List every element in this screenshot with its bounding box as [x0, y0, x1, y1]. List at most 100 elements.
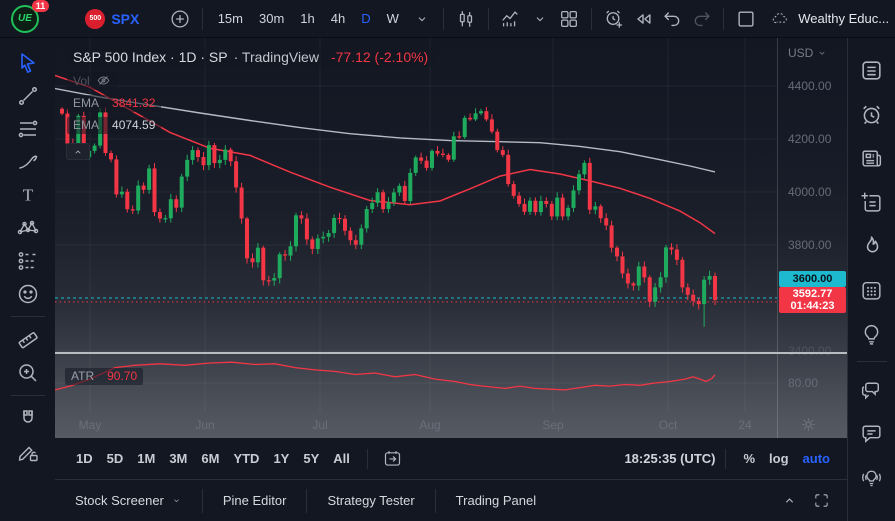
drawing-lock-button[interactable] [9, 435, 47, 468]
watchlist-icon [859, 58, 884, 83]
redo-button[interactable] [687, 4, 716, 34]
notification-badge: 11 [31, 0, 50, 12]
range-1d-button[interactable]: 1D [69, 446, 100, 471]
timeframe-1w-button[interactable]: W [379, 6, 407, 31]
currency-selector[interactable]: USD [788, 46, 828, 60]
chart-legend: S&P 500 Index · 1D · SP · TradingView -7… [67, 48, 435, 134]
ema-slow-legend-row[interactable]: EMA 4074.59 [67, 117, 434, 134]
private-chat-button[interactable] [853, 411, 891, 455]
price-tick: 4200.00 [788, 132, 832, 146]
cloud-icon [769, 10, 791, 28]
chart-area[interactable]: May Jun Jul Aug Sep Oct 24 USD 3600.00 3592.77… [55, 38, 847, 438]
range-5y-button[interactable]: 5Y [296, 446, 326, 471]
forecast-tool-button[interactable] [9, 244, 47, 277]
hotlists-button[interactable] [853, 224, 891, 268]
atr-tick: 80.00 [788, 376, 819, 390]
timeframe-1h-button[interactable]: 1h [292, 6, 322, 31]
cursor-tool-button[interactable] [9, 46, 47, 79]
calendar-button[interactable] [853, 268, 891, 312]
maximize-panel-button[interactable] [805, 486, 837, 516]
create-alert-button[interactable] [599, 4, 628, 34]
axis-settings-button[interactable] [799, 415, 818, 438]
grid-layout-icon [558, 8, 580, 30]
emoji-tool-button[interactable] [9, 277, 47, 310]
main-menu-button[interactable]: UE 11 [10, 0, 50, 36]
clock[interactable]: 18:25:35 (UTC) [624, 451, 715, 466]
symbol-search-button[interactable]: 500 SPX [85, 8, 139, 29]
timeframe-menu-arrow[interactable] [407, 4, 436, 34]
zoom-in-tool-button[interactable] [9, 356, 47, 389]
goto-date-button[interactable] [378, 445, 408, 473]
top-toolbar: UE 11 500 SPX 15m 30m 1h 4h D W Wealthy … [0, 0, 895, 38]
tab-trading-panel[interactable]: Trading Panel [436, 483, 556, 518]
symbol-title: S&P 500 Index · 1D · SP [73, 49, 228, 65]
timeframe-1d-button[interactable]: D [353, 6, 378, 31]
timeframe-30m-button[interactable]: 30m [251, 6, 292, 31]
fib-lines-icon [16, 117, 40, 141]
legend-collapse-button[interactable] [66, 143, 90, 160]
pane-separator[interactable] [55, 352, 847, 354]
ema-fast-legend-row[interactable]: EMA 3841.32 [67, 95, 434, 112]
streams-button[interactable] [853, 455, 891, 499]
trend-line-tool-button[interactable] [9, 79, 47, 112]
percent-scale-button[interactable]: % [736, 446, 762, 471]
chevron-down-icon [171, 495, 182, 506]
measure-tool-button[interactable] [9, 323, 47, 356]
range-3m-button[interactable]: 3M [162, 446, 194, 471]
log-scale-button[interactable]: log [762, 446, 796, 471]
timeframe-4h-button[interactable]: 4h [323, 6, 353, 31]
tab-label: Stock Screener [75, 493, 164, 508]
range-1m-button[interactable]: 1M [130, 446, 162, 471]
public-chats-button[interactable] [853, 367, 891, 411]
save-layout-button[interactable] [731, 4, 760, 34]
range-all-button[interactable]: All [326, 446, 357, 471]
auto-scale-button[interactable]: auto [796, 446, 837, 471]
magnet-mode-button[interactable] [9, 402, 47, 435]
expand-panel-button[interactable] [773, 486, 805, 516]
price-axis[interactable]: USD 3600.00 3592.77 01:44:23 4400.00 4200… [777, 38, 847, 438]
range-1y-button[interactable]: 1Y [266, 446, 296, 471]
range-ytd-button[interactable]: YTD [226, 446, 266, 471]
account-name: Wealthy Educ... [798, 11, 890, 26]
news-button[interactable] [853, 136, 891, 180]
price-tick: 4400.00 [788, 79, 832, 93]
atr-legend[interactable]: ATR 90.70 [65, 368, 144, 385]
compare-add-symbol-button[interactable] [165, 4, 194, 34]
rewind-icon [632, 8, 654, 30]
time-label: Oct [658, 418, 678, 432]
indicators-menu-arrow[interactable] [525, 4, 554, 34]
pattern-tool-button[interactable] [9, 211, 47, 244]
right-sidebar [847, 38, 895, 521]
fib-retracement-tool-button[interactable] [9, 112, 47, 145]
symbol-description[interactable]: S&P 500 Index · 1D · SP · TradingView -7… [67, 48, 435, 67]
tab-strategy-tester[interactable]: Strategy Tester [307, 483, 434, 518]
bottom-panel-bar: Stock Screener Pine Editor Strategy Test… [55, 479, 847, 521]
cloud-account-button[interactable]: Wealthy Educ... [769, 10, 889, 28]
timeframe-15m-button[interactable]: 15m [210, 6, 251, 31]
ideas-button[interactable] [853, 312, 891, 356]
atr-pane[interactable] [55, 354, 777, 412]
time-axis[interactable]: May Jun Jul Aug Sep Oct 24 [55, 412, 847, 438]
tab-stock-screener[interactable]: Stock Screener [55, 483, 202, 518]
tab-pine-editor[interactable]: Pine Editor [203, 483, 307, 518]
brush-tool-button[interactable] [9, 145, 47, 178]
notes-button[interactable] [853, 180, 891, 224]
currency-label: USD [788, 46, 814, 60]
bar-replay-button[interactable] [628, 4, 657, 34]
chart-style-button[interactable] [451, 4, 480, 34]
redo-icon [691, 8, 713, 30]
text-tool-button[interactable] [9, 178, 47, 211]
range-5d-button[interactable]: 5D [100, 446, 131, 471]
drawing-toolbar [0, 38, 55, 521]
indicators-button[interactable] [496, 4, 525, 34]
range-6m-button[interactable]: 6M [194, 446, 226, 471]
volume-legend-row[interactable]: Vol [67, 72, 434, 90]
layout-templates-button[interactable] [554, 4, 583, 34]
eye-slash-icon[interactable] [96, 73, 111, 88]
watchlist-button[interactable] [853, 48, 891, 92]
ema-fast-value: 3841.32 [112, 96, 156, 110]
last-price-value: 3592.77 [792, 287, 833, 300]
alerts-button[interactable] [853, 92, 891, 136]
pencil-lock-icon [16, 440, 40, 464]
undo-button[interactable] [658, 4, 687, 34]
